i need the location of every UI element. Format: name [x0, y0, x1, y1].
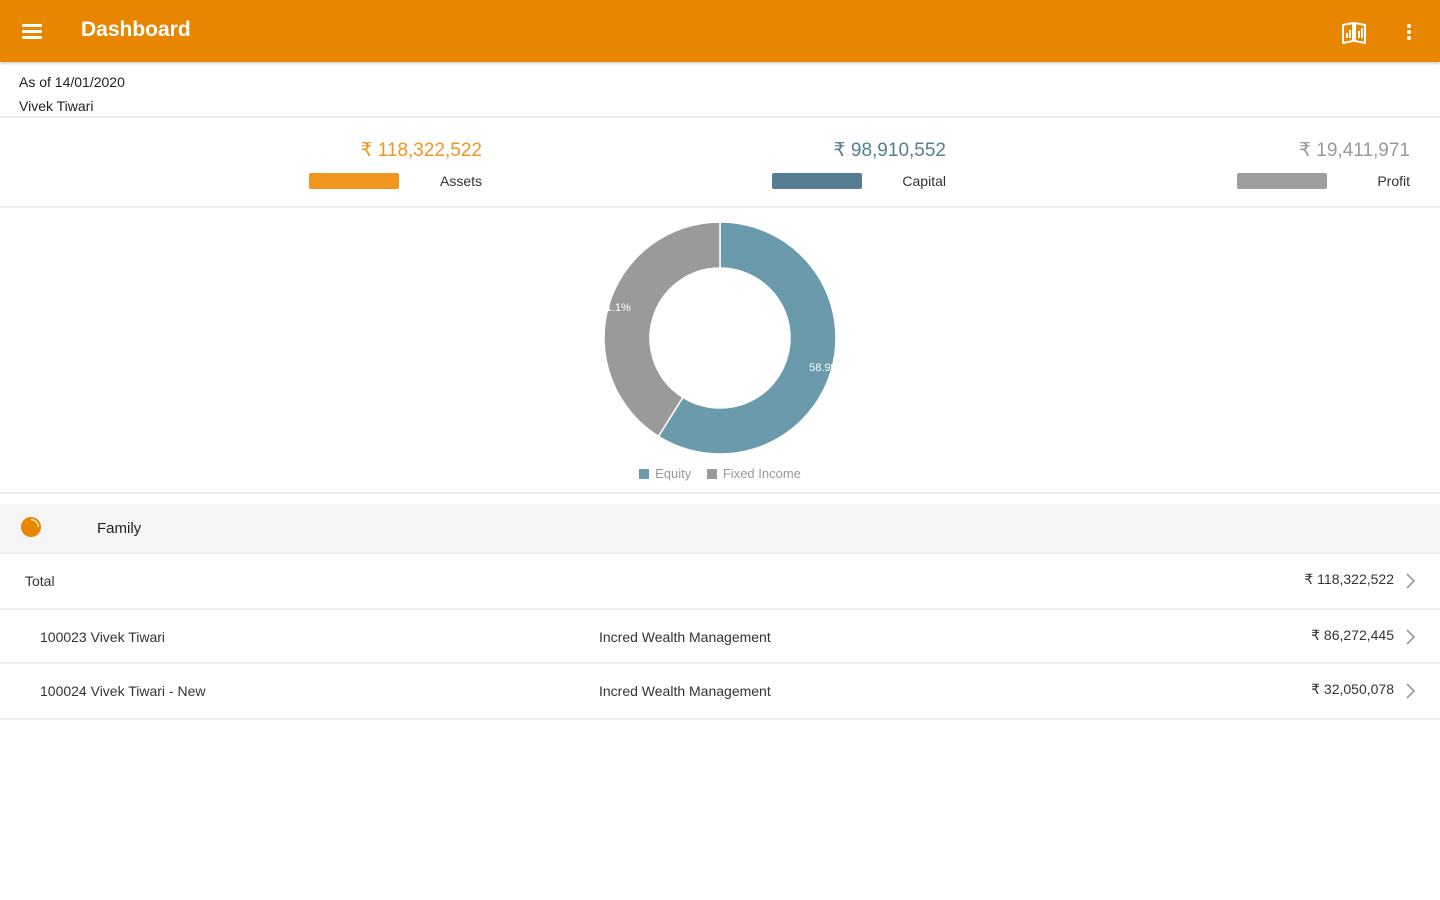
- app-bar: Dashboard: [0, 0, 1440, 62]
- table-row[interactable]: 100024 Vivek Tiwari - New Incred Wealth …: [0, 664, 1440, 718]
- user-name: Vivek Tiwari: [19, 98, 94, 114]
- legend-label-fixed-income: Fixed Income: [722, 466, 801, 481]
- chevron-right-icon: [1404, 628, 1418, 646]
- legend-label-equity: Equity: [655, 466, 692, 481]
- row-amount: ₹ 118,322,522: [1304, 571, 1394, 587]
- chevron-right-icon: [1404, 682, 1418, 700]
- assets-bar: [309, 173, 399, 189]
- divider: [0, 116, 1440, 118]
- row-amount: ₹ 32,050,078: [1311, 681, 1394, 697]
- table-row-total[interactable]: Total ₹ 118,322,522: [0, 554, 1440, 608]
- legend-item-fixed-income: Fixed Income: [706, 466, 801, 481]
- as-of-info: As of 14/01/2020 Vivek Tiwari: [19, 70, 125, 118]
- more-vert-icon[interactable]: [1398, 18, 1420, 46]
- family-header[interactable]: Family: [0, 504, 1440, 552]
- table-row[interactable]: 100023 Vivek Tiwari Incred Wealth Manage…: [0, 610, 1440, 664]
- row-org: Incred Wealth Management: [599, 629, 771, 645]
- row-name: 100023 Vivek Tiwari: [40, 629, 166, 645]
- capital-bar: [772, 173, 862, 189]
- legend-swatch-fixed-income: [706, 469, 717, 479]
- capital-amount: ₹ 98,910,552: [833, 140, 946, 161]
- allocation-donut-chart: 58.9% 41.1%: [600, 218, 841, 458]
- row-org: Incred Wealth Management: [599, 683, 771, 699]
- page-title: Dashboard: [81, 18, 191, 41]
- legend-swatch-equity: [639, 469, 650, 479]
- profit-bar: [1237, 173, 1327, 189]
- divider: [0, 718, 1440, 720]
- chevron-right-icon: [1404, 572, 1418, 590]
- divider: [0, 492, 1440, 494]
- row-name: 100024 Vivek Tiwari - New: [40, 683, 206, 699]
- chart-legend: Equity Fixed Income: [0, 466, 1440, 481]
- assets-amount: ₹ 118,322,522: [360, 140, 482, 161]
- family-label: Family: [97, 520, 142, 537]
- legend-item-equity: Equity: [639, 466, 691, 481]
- donut-slice-fixed-income[interactable]: [603, 221, 721, 438]
- donut-slice-label: 41.1%: [600, 302, 631, 314]
- row-amount: ₹ 86,272,445: [1311, 627, 1394, 643]
- donut-slice-label: 58.9%: [809, 362, 840, 374]
- hamburger-menu-icon[interactable]: [18, 17, 46, 45]
- capital-label: Capital: [902, 173, 946, 189]
- profit-label: Profit: [1377, 173, 1410, 189]
- divider: [0, 206, 1440, 208]
- profit-amount: ₹ 19,411,971: [1298, 140, 1410, 161]
- as-of-date: As of 14/01/2020: [19, 74, 125, 90]
- row-name: Total: [25, 573, 55, 589]
- report-book-icon[interactable]: [1340, 18, 1368, 46]
- assets-label: Assets: [439, 173, 482, 189]
- pie-chart-icon: [20, 516, 42, 538]
- donut-svg: 58.9% 41.1%: [600, 221, 841, 455]
